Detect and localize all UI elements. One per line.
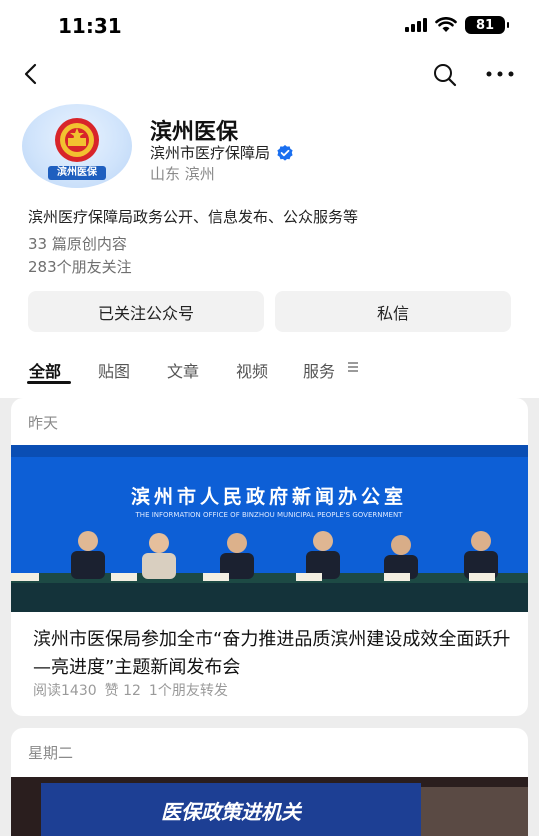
- tab-all[interactable]: 全部: [29, 358, 61, 382]
- banner-subtitle: THE INFORMATION OFFICE OF BINZHOU MUNICI…: [135, 511, 404, 519]
- tab-images[interactable]: 贴图: [98, 358, 130, 382]
- search-icon[interactable]: [430, 60, 460, 90]
- status-icons: 81: [405, 16, 509, 34]
- verified-icon: [276, 144, 294, 162]
- account-location: 山东 滨州: [150, 165, 215, 183]
- event-image: 医保政策进机关: [11, 777, 528, 836]
- avatar[interactable]: 滨州医保: [22, 104, 132, 188]
- tab-active-indicator: [27, 381, 71, 384]
- like-count: 赞 12: [104, 683, 141, 699]
- day-label: 星期二: [28, 744, 74, 762]
- day-label: 昨天: [28, 414, 59, 432]
- article-card[interactable]: 昨天 滨州市人民政府新闻办公室 THE INFORMATION OFFICE O…: [11, 398, 528, 716]
- signal-icon: [405, 18, 427, 32]
- battery-indicator: 81: [465, 16, 509, 34]
- article-card[interactable]: 星期二 医保政策进机关: [11, 728, 528, 836]
- press-conference-image: 滨州市人民政府新闻办公室 THE INFORMATION OFFICE OF B…: [11, 445, 528, 612]
- tab-articles[interactable]: 文章: [167, 358, 199, 382]
- more-icon[interactable]: [484, 62, 516, 86]
- followers-count[interactable]: 283个朋友关注: [28, 256, 132, 277]
- share-count: 1个朋友转发: [148, 683, 228, 699]
- original-count[interactable]: 33 篇原创内容: [28, 233, 127, 254]
- tab-services[interactable]: 服务: [303, 358, 335, 382]
- avatar-label: 滨州医保: [57, 167, 97, 178]
- account-org-label: 滨州市医疗保障局: [150, 144, 271, 162]
- status-time: 11:31: [58, 14, 122, 38]
- banner-title: 滨州市人民政府新闻办公室: [131, 485, 407, 508]
- tab-videos[interactable]: 视频: [236, 358, 268, 382]
- wifi-icon: [435, 17, 457, 33]
- account-description: 滨州医疗保障局政务公开、信息发布、公众服务等: [28, 208, 359, 226]
- menu-icon[interactable]: [348, 362, 358, 372]
- event-banner-text: 医保政策进机关: [161, 800, 303, 824]
- message-button[interactable]: 私信: [275, 291, 511, 332]
- chevron-left-icon[interactable]: [18, 60, 46, 88]
- read-count: 阅读1430: [33, 683, 97, 699]
- follow-button[interactable]: 已关注公众号: [28, 291, 264, 332]
- article-meta: 阅读1430 赞 12 1个朋友转发: [33, 680, 228, 700]
- article-title[interactable]: 滨州市医保局参加全市“奋力推进品质滨州建设成效全面跃升—亮进度”主题新闻发布会: [33, 626, 515, 682]
- account-org: 滨州市医疗保障局: [150, 142, 294, 163]
